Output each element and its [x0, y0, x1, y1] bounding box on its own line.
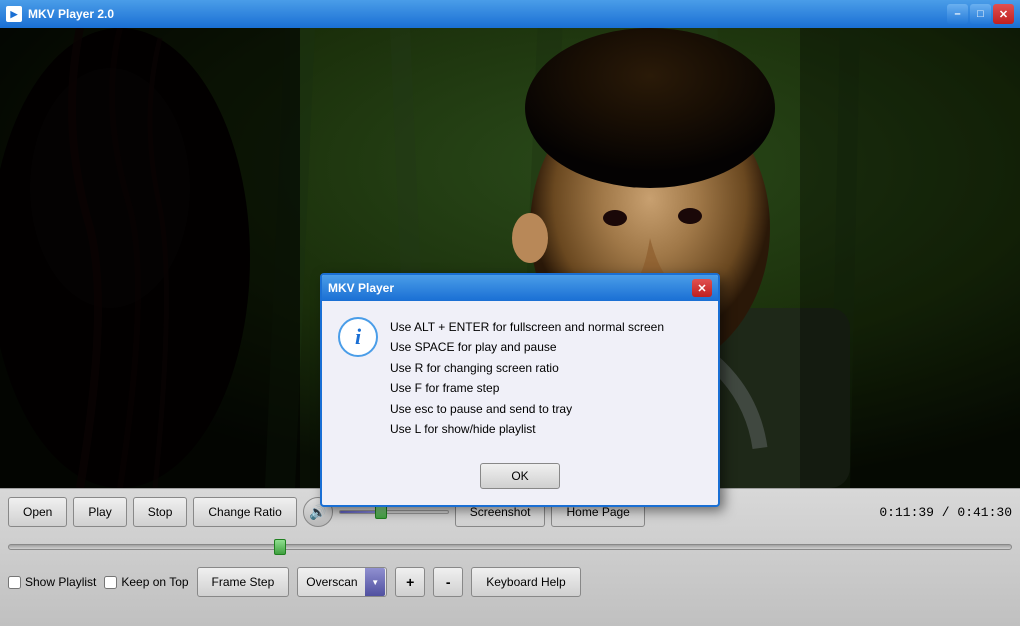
dialog-close-button[interactable]: ✕	[692, 279, 712, 297]
dialog-line-4: Use F for frame step	[390, 378, 664, 398]
dialog: MKV Player ✕ i Use ALT + ENTER for fulls…	[320, 273, 720, 507]
maximize-button[interactable]: □	[970, 4, 991, 24]
title-bar: ▶ MKV Player 2.0 – □ ✕	[0, 0, 1020, 28]
dialog-text: Use ALT + ENTER for fullscreen and norma…	[390, 317, 664, 439]
dialog-footer: OK	[322, 455, 718, 505]
dialog-info-icon: i	[338, 317, 378, 357]
dialog-title: MKV Player	[328, 281, 692, 295]
app-icon: ▶	[6, 6, 22, 22]
dialog-body: i Use ALT + ENTER for fullscreen and nor…	[322, 301, 718, 455]
dialog-line-1: Use ALT + ENTER for fullscreen and norma…	[390, 317, 664, 337]
dialog-line-6: Use L for show/hide playlist	[390, 419, 664, 439]
dialog-line-5: Use esc to pause and send to tray	[390, 399, 664, 419]
ok-button[interactable]: OK	[480, 463, 560, 489]
dialog-overlay: MKV Player ✕ i Use ALT + ENTER for fulls…	[0, 28, 1020, 626]
dialog-line-3: Use R for changing screen ratio	[390, 358, 664, 378]
dialog-line-2: Use SPACE for play and pause	[390, 337, 664, 357]
window-title: MKV Player 2.0	[28, 7, 947, 21]
title-bar-buttons: – □ ✕	[947, 4, 1014, 24]
minimize-button[interactable]: –	[947, 4, 968, 24]
dialog-title-bar: MKV Player ✕	[322, 275, 718, 301]
main-content: Open Play Stop Change Ratio 🔊 Screenshot…	[0, 28, 1020, 626]
window-close-button[interactable]: ✕	[993, 4, 1014, 24]
